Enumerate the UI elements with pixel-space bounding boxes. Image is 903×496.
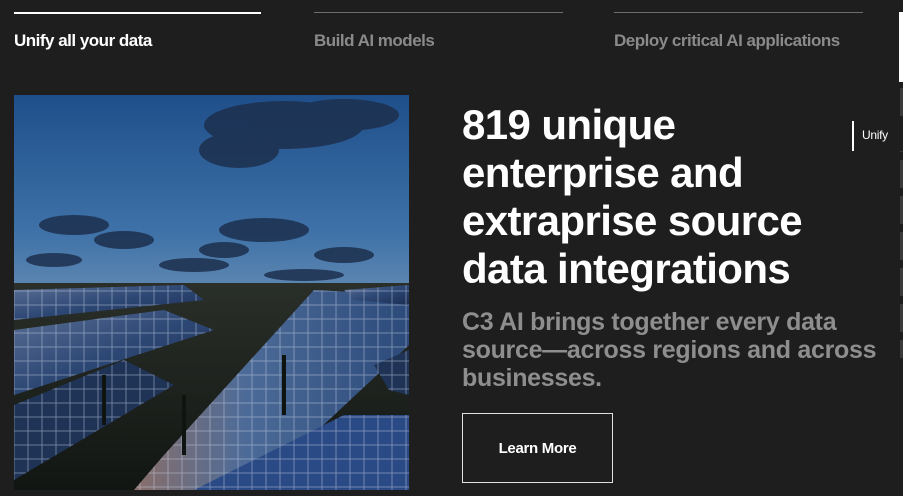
learn-more-button[interactable]: Learn More <box>462 413 613 483</box>
tab-unify-all-your-data[interactable]: Unify all your data <box>14 12 261 56</box>
tab-label: Deploy critical AI applications <box>614 31 840 50</box>
side-nav-label: Unify <box>862 128 888 142</box>
tab-indicator <box>614 12 863 13</box>
tab-label: Build AI models <box>314 31 435 50</box>
tab-build-ai-models[interactable]: Build AI models <box>314 12 563 56</box>
tab-label: Unify all your data <box>14 31 152 50</box>
solar-panels-image <box>14 95 409 490</box>
tab-indicator <box>314 12 563 13</box>
tab-indicator <box>14 12 261 14</box>
solar-panels-illustration <box>14 95 409 490</box>
hero-description: C3 AI brings together every data source—… <box>462 308 877 392</box>
hero-headline: 819 unique enterprise and extraprise sou… <box>462 101 803 292</box>
edge-panel <box>899 12 903 82</box>
tab-deploy-critical-ai-applications[interactable]: Deploy critical AI applications <box>614 12 863 56</box>
page: Unify all your data Build AI models Depl… <box>0 0 903 496</box>
